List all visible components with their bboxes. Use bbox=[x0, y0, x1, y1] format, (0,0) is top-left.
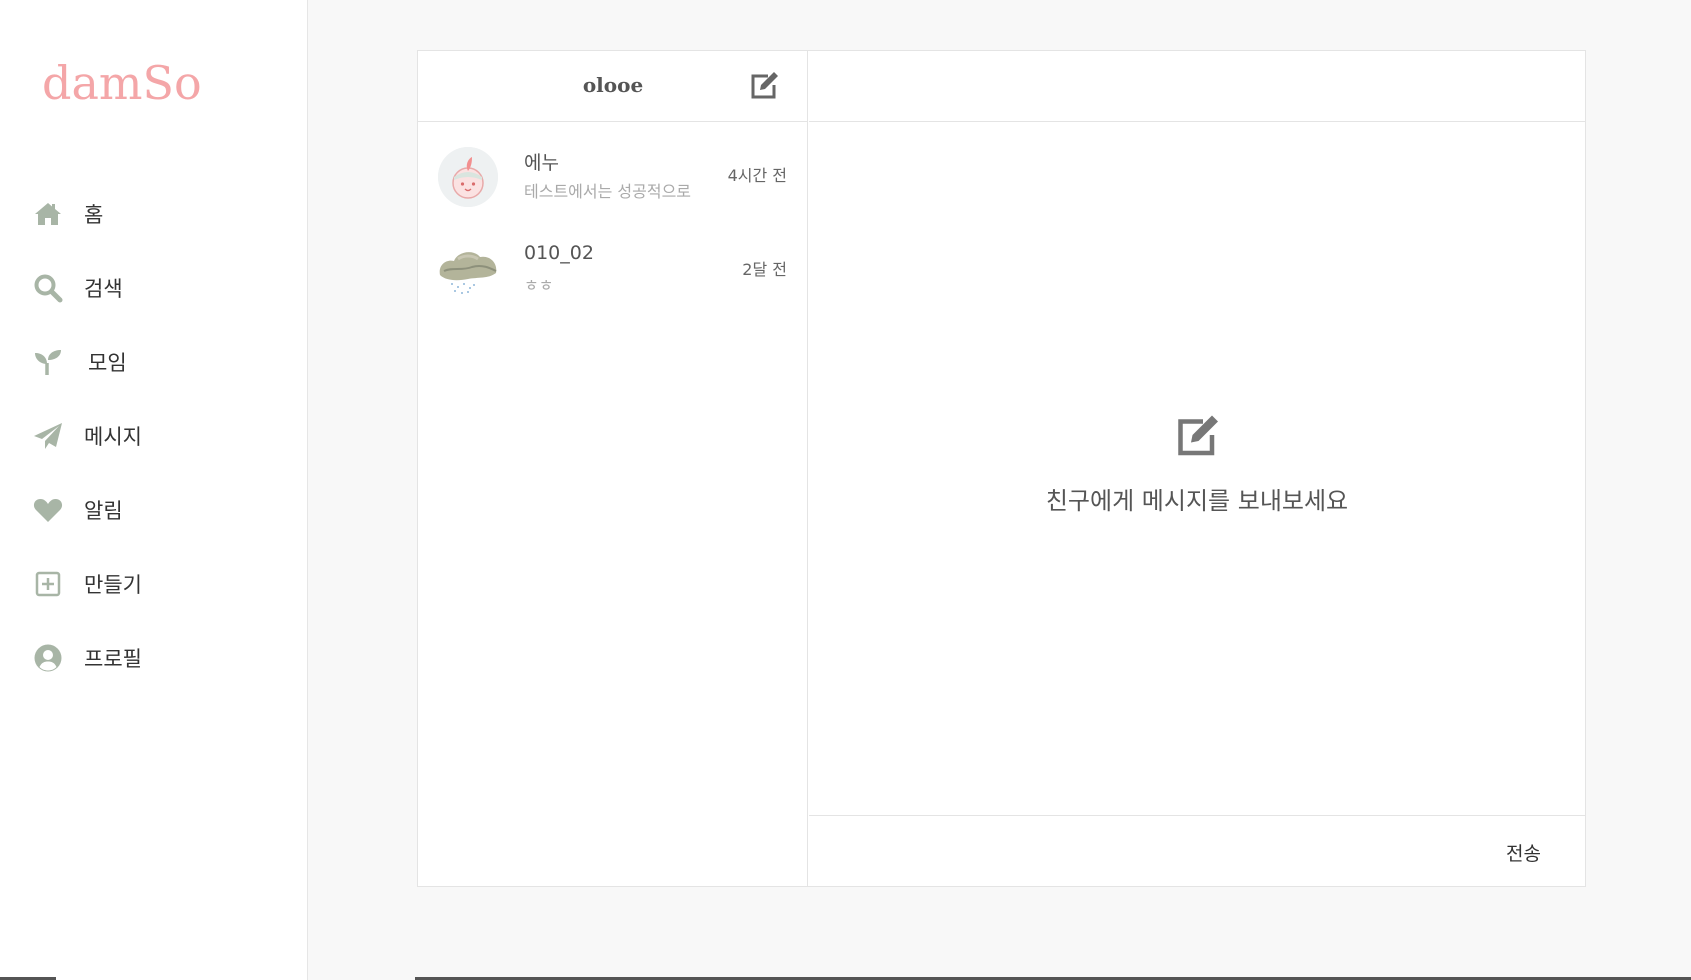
sidebar-item-messages[interactable]: 메시지 bbox=[30, 416, 142, 456]
sidebar-item-create[interactable]: 만들기 bbox=[30, 564, 142, 604]
conversation-time: 4시간 전 bbox=[727, 166, 787, 185]
conversation-time: 2달 전 bbox=[742, 260, 787, 279]
sidebar-item-label: 알림 bbox=[84, 499, 123, 523]
conversation-name: 에누 bbox=[524, 152, 559, 174]
sidebar-item-label: 프로필 bbox=[84, 647, 142, 671]
edit-icon[interactable] bbox=[748, 69, 780, 101]
conversation-list-header: olooe bbox=[418, 51, 807, 122]
sidebar-item-groups[interactable]: 모임 bbox=[30, 342, 142, 382]
empty-state-text: 친구에게 메시지를 보내보세요 bbox=[1045, 487, 1349, 515]
sidebar-item-label: 홈 bbox=[84, 203, 104, 227]
conversation-preview: 테스트에서는 성공적으로 bbox=[524, 182, 692, 201]
sidebar-item-label: 만들기 bbox=[84, 573, 142, 597]
avatar bbox=[438, 241, 498, 301]
edit-icon[interactable] bbox=[1173, 411, 1221, 459]
sidebar-item-label: 메시지 bbox=[84, 425, 142, 449]
search-icon bbox=[30, 270, 66, 306]
user-circle-icon bbox=[30, 640, 66, 676]
sidebar-item-home[interactable]: 홈 bbox=[30, 194, 142, 234]
home-icon bbox=[30, 196, 66, 232]
sidebar-item-label: 검색 bbox=[84, 277, 123, 301]
chat-header bbox=[809, 51, 1585, 122]
send-button[interactable]: 전송 bbox=[1506, 839, 1541, 866]
sidebar-item-profile[interactable]: 프로필 bbox=[30, 638, 142, 678]
conversation-preview: ㅎㅎ bbox=[524, 276, 554, 295]
plus-square-icon bbox=[30, 566, 66, 602]
logo[interactable]: damSo bbox=[42, 56, 202, 110]
sidebar-item-notifications[interactable]: 알림 bbox=[30, 490, 142, 530]
chat-area: 친구에게 메시지를 보내보세요 전송 bbox=[809, 51, 1585, 886]
paper-plane-icon bbox=[30, 418, 66, 454]
conversation-item[interactable]: 010_02 ㅎㅎ 2달 전 bbox=[418, 216, 807, 310]
heart-icon bbox=[30, 492, 66, 528]
sidebar: damSo 홈 검색 모임 메시지 알림 만들기 프로필 bbox=[0, 0, 308, 980]
conversation-list: olooe 에누 테스트에서는 성공적으로 4시간 전 010_02 ㅎㅎ 2달… bbox=[418, 51, 808, 886]
messages-panel: olooe 에누 테스트에서는 성공적으로 4시간 전 010_02 ㅎㅎ 2달… bbox=[417, 50, 1586, 887]
sidebar-item-label: 모임 bbox=[88, 351, 127, 375]
chat-footer: 전송 bbox=[809, 815, 1585, 886]
conversation-name: 010_02 bbox=[524, 242, 594, 264]
sidebar-nav: 홈 검색 모임 메시지 알림 만들기 프로필 bbox=[30, 194, 142, 712]
avatar bbox=[438, 147, 498, 207]
sidebar-item-search[interactable]: 검색 bbox=[30, 268, 142, 308]
empty-state: 친구에게 메시지를 보내보세요 bbox=[809, 411, 1585, 516]
conversation-item[interactable]: 에누 테스트에서는 성공적으로 4시간 전 bbox=[418, 122, 807, 216]
sprout-icon bbox=[30, 344, 66, 380]
